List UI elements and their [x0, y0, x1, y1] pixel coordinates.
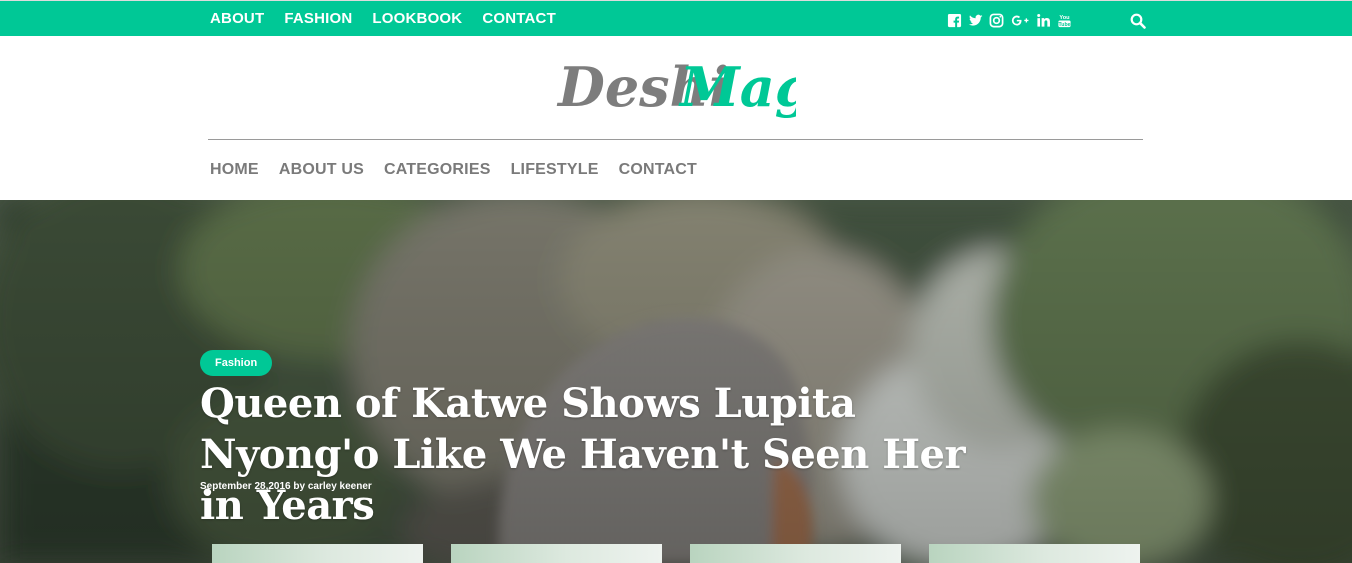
post-thumbnail[interactable]	[212, 544, 423, 563]
social-links: You Tube	[947, 13, 1072, 28]
instagram-icon[interactable]	[989, 13, 1004, 28]
search-icon[interactable]	[1130, 13, 1146, 29]
post-thumbnail[interactable]	[690, 544, 901, 563]
top-nav-lookbook[interactable]: LOOKBOOK	[372, 10, 462, 27]
top-nav-fashion[interactable]: FASHION	[284, 10, 352, 27]
post-thumbnail[interactable]	[451, 544, 662, 563]
top-nav-about[interactable]: ABOUT	[210, 10, 264, 27]
facebook-icon[interactable]	[947, 13, 962, 28]
main-nav-contact[interactable]: CONTACT	[619, 161, 697, 179]
main-nav-categories[interactable]: CATEGORIES	[384, 161, 491, 179]
site-logo[interactable]: Deshi Mag	[0, 44, 1352, 129]
top-nav-contact[interactable]: CONTACT	[482, 10, 556, 27]
svg-text:You: You	[1059, 15, 1070, 21]
post-thumbnail[interactable]	[929, 544, 1140, 563]
linkedin-icon[interactable]	[1036, 13, 1051, 28]
twitter-icon[interactable]	[968, 13, 983, 28]
header-divider	[208, 139, 1143, 140]
category-badge[interactable]: Fashion	[200, 350, 273, 376]
hero-featured-post[interactable]: Fashion Queen of Katwe Shows Lupita Nyon…	[0, 200, 1352, 563]
hero-meta: September 28,2016 by carley keener	[200, 481, 372, 492]
main-nav-lifestyle[interactable]: LIFESTYLE	[511, 161, 599, 179]
svg-text:Tube: Tube	[1059, 22, 1071, 28]
youtube-icon[interactable]: You Tube	[1057, 13, 1072, 28]
hero-title[interactable]: Queen of Katwe Shows Lupita Nyong'o Like…	[200, 378, 1020, 531]
google-plus-icon[interactable]	[1010, 13, 1030, 28]
logo-mag: Mag	[678, 55, 796, 119]
main-nav-about-us[interactable]: ABOUT US	[279, 161, 364, 179]
main-nav: HOME ABOUT US CATEGORIES LIFESTYLE CONTA…	[210, 161, 697, 179]
top-bar: ABOUT FASHION LOOKBOOK CONTACT You Tube	[0, 0, 1352, 36]
main-nav-home[interactable]: HOME	[210, 161, 259, 179]
top-nav: ABOUT FASHION LOOKBOOK CONTACT	[210, 10, 556, 27]
